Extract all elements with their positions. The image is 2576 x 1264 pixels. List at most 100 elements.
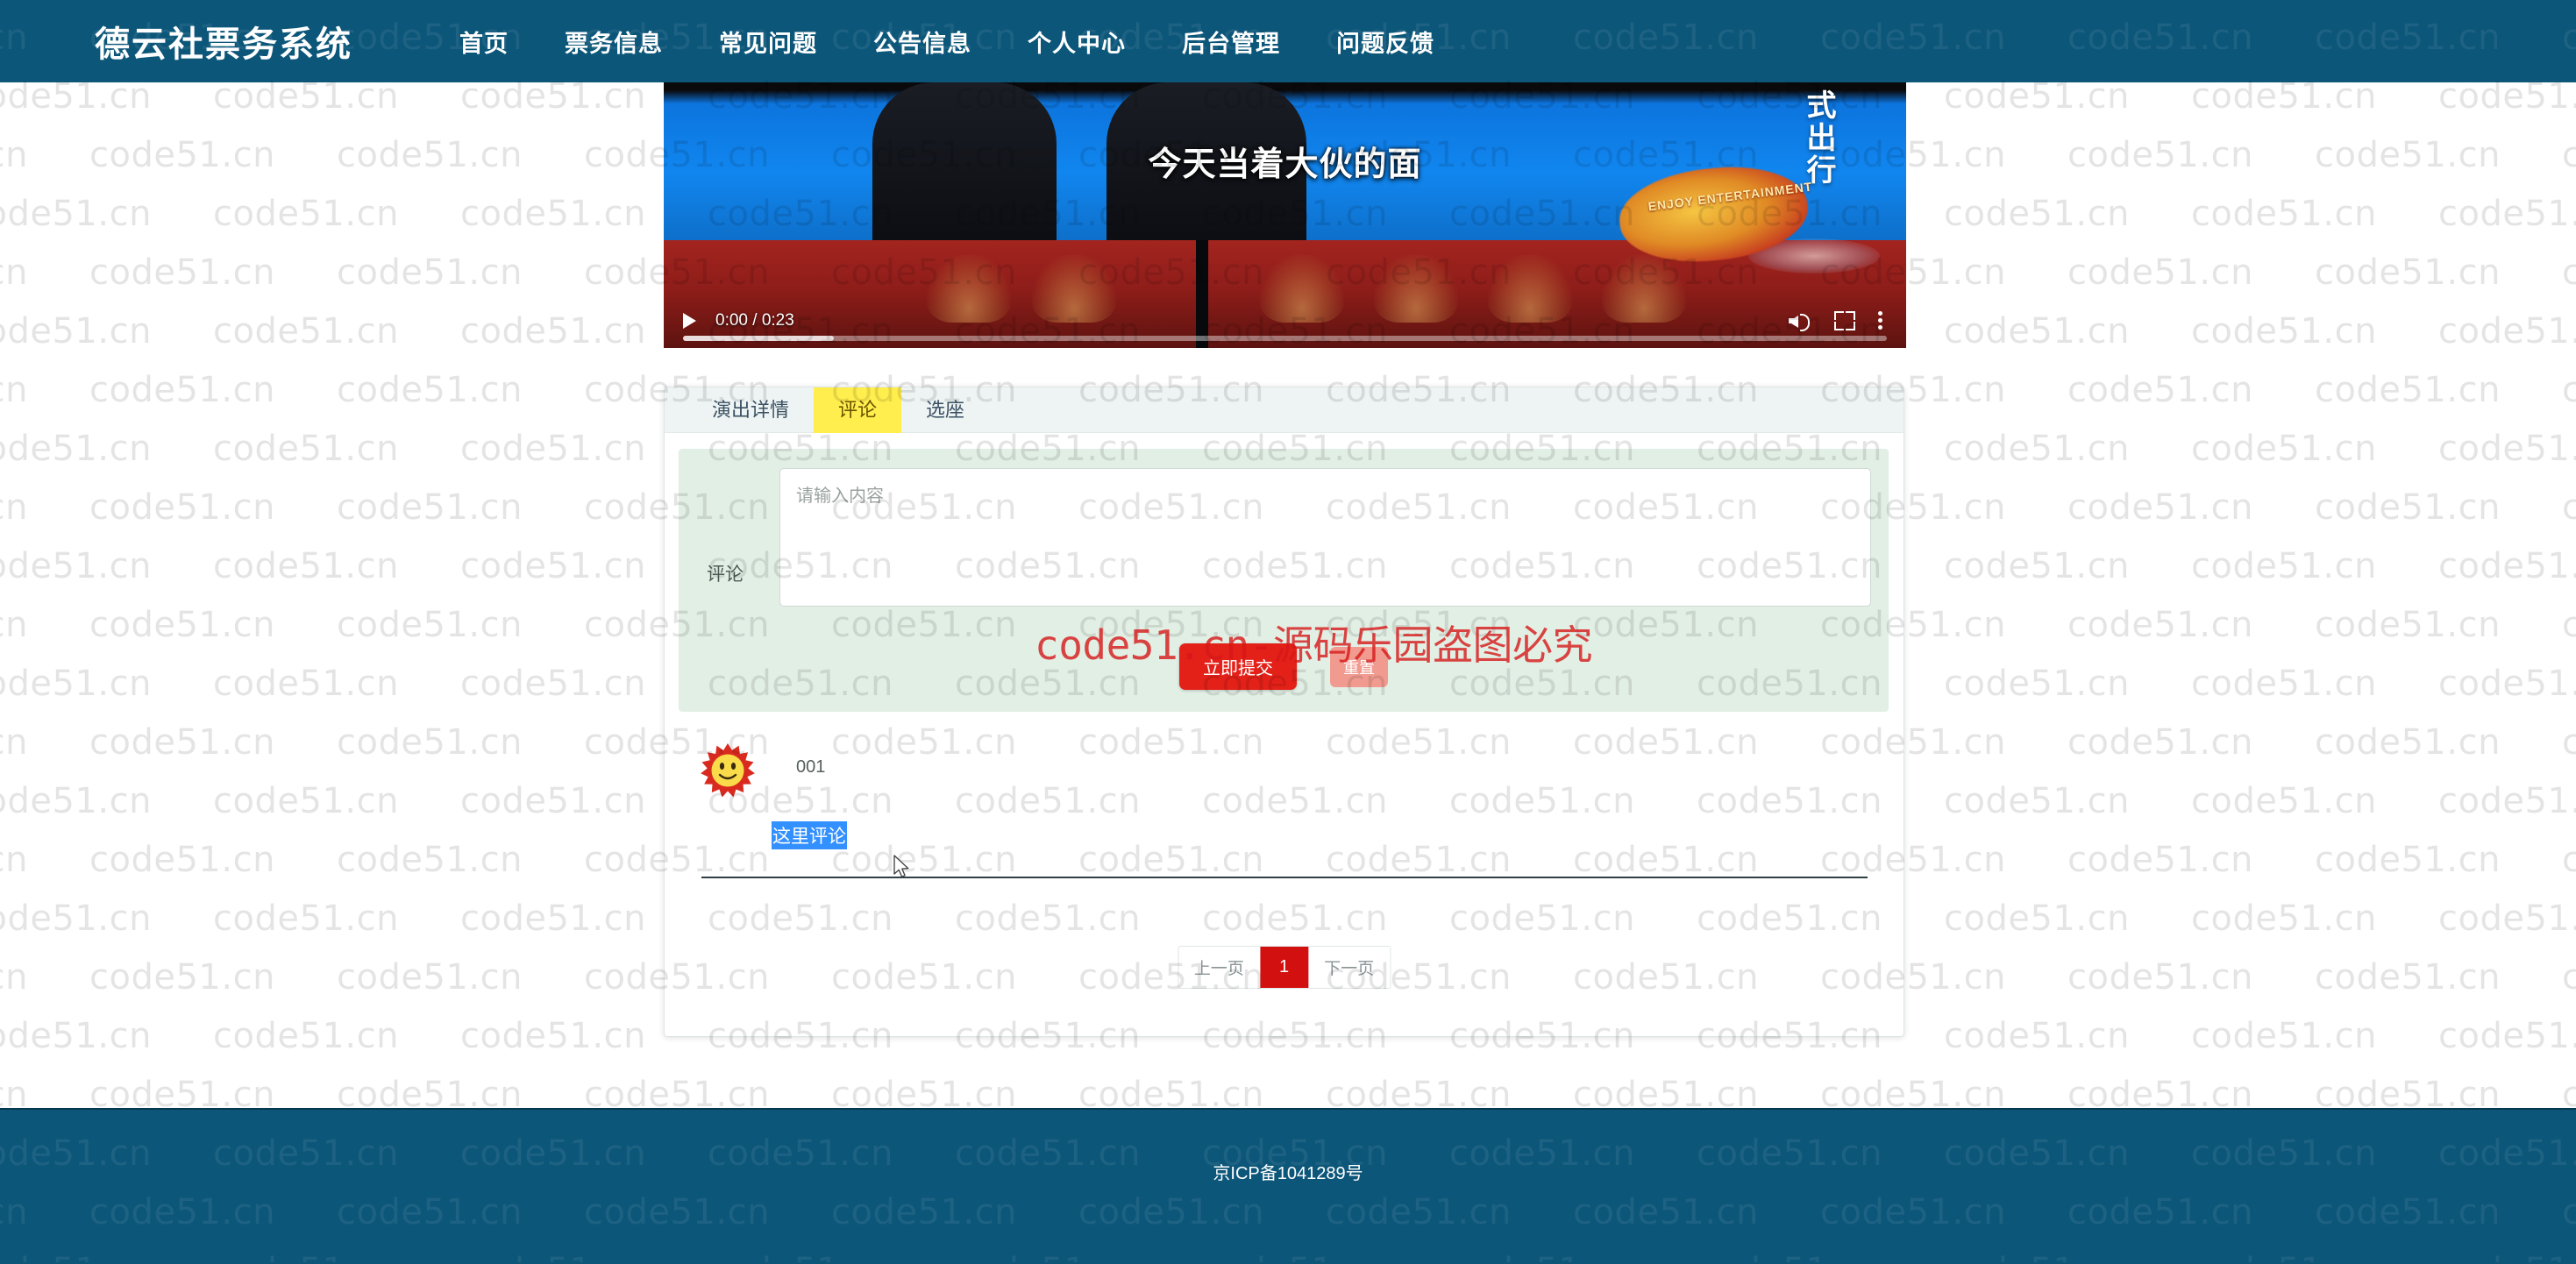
video-player[interactable]: 式出行 ENJOY ENTERTAINMENT 今天当着大伙的面 0:00 / … <box>664 82 1906 348</box>
brand-title: 德云社票务系统 <box>95 25 352 64</box>
watermark-tile: code51.cn <box>89 252 275 293</box>
comment-list: 001 这里评论 <box>665 738 1905 887</box>
watermark-tile: code51.cn <box>0 487 28 528</box>
watermark-tile: code51.cn <box>1944 1016 2130 1056</box>
more-options-icon[interactable] <box>1878 310 1883 331</box>
tab-bar: 演出详情 评论 选座 <box>665 387 1904 433</box>
comment-form: 评论 立即提交 重置 <box>679 449 1889 712</box>
watermark-tile: code51.cn <box>460 1016 646 1056</box>
video-progress-bar[interactable] <box>683 336 1887 341</box>
watermark-tile: code51.cn <box>0 429 152 469</box>
video-time-display: 0:00 / 0:23 <box>715 311 794 330</box>
watermark-tile: code51.cn <box>337 252 523 293</box>
nav-item-user-center[interactable]: 个人中心 <box>1000 25 1154 59</box>
submit-button[interactable]: 立即提交 <box>1179 643 1297 690</box>
site-footer: 京ICP备1041289号 <box>0 1108 2576 1264</box>
watermark-tile: code51.cn <box>0 1016 152 1056</box>
watermark-tile: code51.cn <box>2438 429 2576 469</box>
comment-divider <box>701 877 1868 878</box>
watermark-tile: code51.cn <box>337 957 523 998</box>
watermark-tile: code51.cn <box>0 840 28 880</box>
watermark-tile: code51.cn <box>2438 664 2576 704</box>
nav-item-home[interactable]: 首页 <box>431 25 537 59</box>
watermark-tile: code51.cn <box>89 957 275 998</box>
watermark-tile: code51.cn <box>2562 370 2576 410</box>
watermark-tile: code51.cn <box>337 722 523 763</box>
watermark-tile: code51.cn <box>2562 487 2576 528</box>
play-icon[interactable] <box>683 313 696 329</box>
nav-item-feedback[interactable]: 问题反馈 <box>1308 25 1462 59</box>
watermark-tile: code51.cn <box>337 605 523 645</box>
watermark-tile: code51.cn <box>0 370 28 410</box>
pagination-next-button[interactable]: 下一页 <box>1308 947 1391 988</box>
watermark-tile: code51.cn <box>2438 898 2576 939</box>
comment-input[interactable] <box>779 468 1871 607</box>
watermark-tile: code51.cn <box>2067 487 2253 528</box>
watermark-tile: code51.cn <box>0 898 152 939</box>
watermark-tile: code51.cn <box>1944 898 2130 939</box>
video-subtitle: 今天当着大伙的面 <box>1148 146 1422 183</box>
watermark-tile: code51.cn <box>2438 781 2576 821</box>
tab-seat-selection[interactable]: 选座 <box>901 387 989 433</box>
watermark-tile: code51.cn <box>1944 546 2130 586</box>
pagination-page-1[interactable]: 1 <box>1259 947 1309 988</box>
watermark-tile: code51.cn <box>460 311 646 352</box>
watermark-tile: code51.cn <box>0 135 28 175</box>
site-header: 德云社票务系统 首页 票务信息 常见问题 公告信息 个人中心 后台管理 问题反馈 <box>0 0 2576 82</box>
watermark-tile: code51.cn <box>1944 429 2130 469</box>
watermark-tile: code51.cn <box>460 194 646 234</box>
watermark-tile: code51.cn <box>1944 664 2130 704</box>
watermark-tile: code51.cn <box>2191 664 2377 704</box>
watermark-tile: code51.cn <box>2315 370 2501 410</box>
fullscreen-icon[interactable] <box>1834 311 1855 330</box>
tab-comments[interactable]: 评论 <box>814 387 902 433</box>
watermark-tile: code51.cn <box>460 429 646 469</box>
watermark-tile: code51.cn <box>2438 194 2576 234</box>
watermark-tile: code51.cn <box>460 898 646 939</box>
watermark-tile: code51.cn <box>2191 1016 2377 1056</box>
comment-field-label: 评论 <box>707 565 744 585</box>
watermark-tile: code51.cn <box>2562 252 2576 293</box>
nav-item-ticket-info[interactable]: 票务信息 <box>537 25 691 59</box>
volume-icon[interactable] <box>1789 310 1811 331</box>
watermark-tile: code51.cn <box>2438 1016 2576 1056</box>
comment-item: 001 这里评论 <box>665 738 1905 887</box>
watermark-tile: code51.cn <box>2562 722 2576 763</box>
watermark-tile: code51.cn <box>1944 311 2130 352</box>
watermark-tile: code51.cn <box>2191 311 2377 352</box>
watermark-tile: code51.cn <box>460 664 646 704</box>
comment-text: 这里评论 <box>772 821 847 849</box>
watermark-tile: code51.cn <box>0 252 28 293</box>
watermark-tile: code51.cn <box>2191 781 2377 821</box>
watermark-tile: code51.cn <box>213 898 399 939</box>
watermark-tile: code51.cn <box>0 781 152 821</box>
watermark-tile: code51.cn <box>2315 487 2501 528</box>
watermark-tile: code51.cn <box>2315 252 2501 293</box>
watermark-tile: code51.cn <box>89 135 275 175</box>
watermark-tile: code51.cn <box>2315 605 2501 645</box>
watermark-tile: code51.cn <box>0 194 152 234</box>
watermark-tile: code51.cn <box>2067 370 2253 410</box>
main-nav: 首页 票务信息 常见问题 公告信息 个人中心 后台管理 问题反馈 <box>431 25 1462 59</box>
watermark-tile: code51.cn <box>2562 605 2576 645</box>
pagination-prev-button[interactable]: 上一页 <box>1178 947 1260 988</box>
watermark-tile: code51.cn <box>0 311 152 352</box>
nav-item-admin[interactable]: 后台管理 <box>1154 25 1308 59</box>
watermark-tile: code51.cn <box>337 840 523 880</box>
watermark-tile: code51.cn <box>89 840 275 880</box>
watermark-tile: code51.cn <box>2067 840 2253 880</box>
reset-button[interactable]: 重置 <box>1330 646 1388 687</box>
watermark-tile: code51.cn <box>2315 957 2501 998</box>
watermark-tile: code51.cn <box>337 370 523 410</box>
tab-performance-details[interactable]: 演出详情 <box>687 387 814 433</box>
nav-item-announcements[interactable]: 公告信息 <box>845 25 1000 59</box>
video-progress-buffer <box>683 336 834 341</box>
watermark-tile: code51.cn <box>2315 135 2501 175</box>
watermark-tile: code51.cn <box>0 722 28 763</box>
pagination: 上一页 1 下一页 <box>1177 946 1391 989</box>
watermark-tile: code51.cn <box>1944 781 2130 821</box>
watermark-tile: code51.cn <box>2067 135 2253 175</box>
watermark-tile: code51.cn <box>460 781 646 821</box>
nav-item-faq[interactable]: 常见问题 <box>691 25 845 59</box>
watermark-tile: code51.cn <box>0 546 152 586</box>
